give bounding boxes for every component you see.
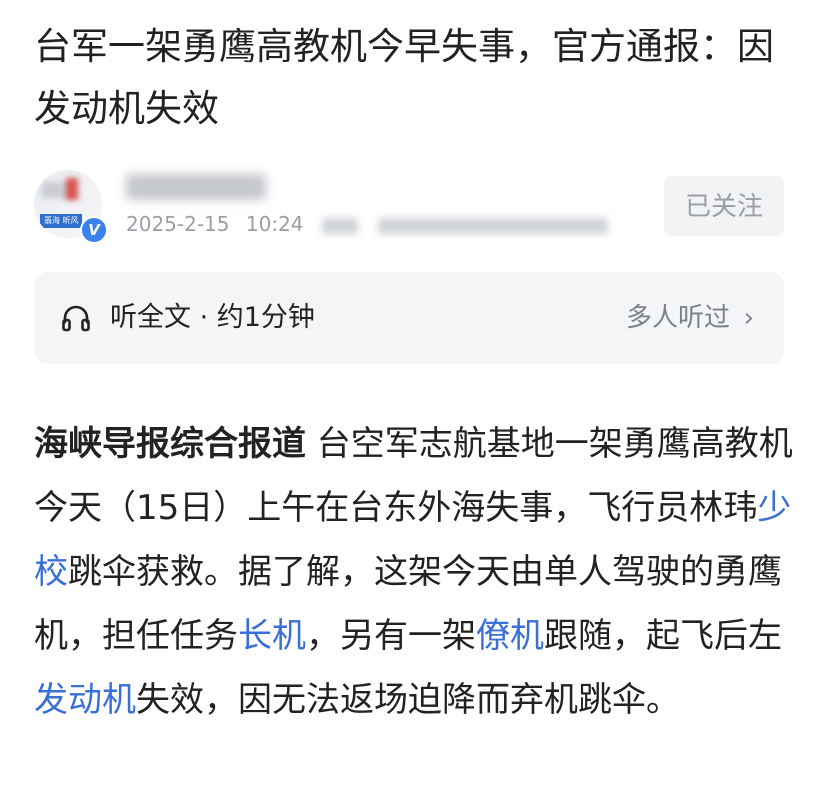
author-name-redacted[interactable] xyxy=(126,174,266,200)
author-meta: 2025-2-15 10:24 xyxy=(126,212,609,238)
publish-time: 10:24 xyxy=(245,212,304,236)
verified-badge-icon: V xyxy=(80,216,108,244)
listen-full-text-bar[interactable]: 听全文 · 约1分钟 多人听过 › xyxy=(34,272,784,364)
article-title: 台军一架勇鹰高教机今早失事，官方通报：因发动机失效 xyxy=(34,25,774,130)
article-body: 海峡导报综合报道 台空军志航基地一架勇鹰高教机今天（15日）上午在台东外海失事，… xyxy=(34,412,794,732)
follow-button[interactable]: 已关注 xyxy=(664,176,784,236)
headphone-icon xyxy=(62,305,90,332)
body-text: ，另有一架 xyxy=(306,616,476,656)
author-row: 翡海 听风 V 2025-2-15 10:24 已关注 xyxy=(34,168,784,246)
body-text: 跟随，起飞后左 xyxy=(544,616,782,656)
chevron-right-icon: › xyxy=(743,303,754,333)
avatar-blur xyxy=(66,178,78,200)
listen-label: 听全文 · 约1分钟 xyxy=(110,302,315,333)
body-text: 失效，因无法返场迫降而弃机跳伞。 xyxy=(136,680,680,720)
redacted-meta xyxy=(378,217,609,234)
publish-date: 2025-2-15 xyxy=(126,212,230,236)
redacted-meta xyxy=(321,217,358,234)
keyword-link-engine[interactable]: 发动机 xyxy=(34,680,136,720)
keyword-link-liaoji[interactable]: 僚机 xyxy=(476,616,544,656)
article-source: 海峡导报综合报道 xyxy=(34,424,306,464)
listeners-label[interactable]: 多人听过 xyxy=(626,298,730,338)
avatar-logo-text: 翡海 听风 xyxy=(44,216,79,225)
avatar-logo: 翡海 听风 xyxy=(40,214,82,228)
keyword-link-changji[interactable]: 长机 xyxy=(238,616,306,656)
